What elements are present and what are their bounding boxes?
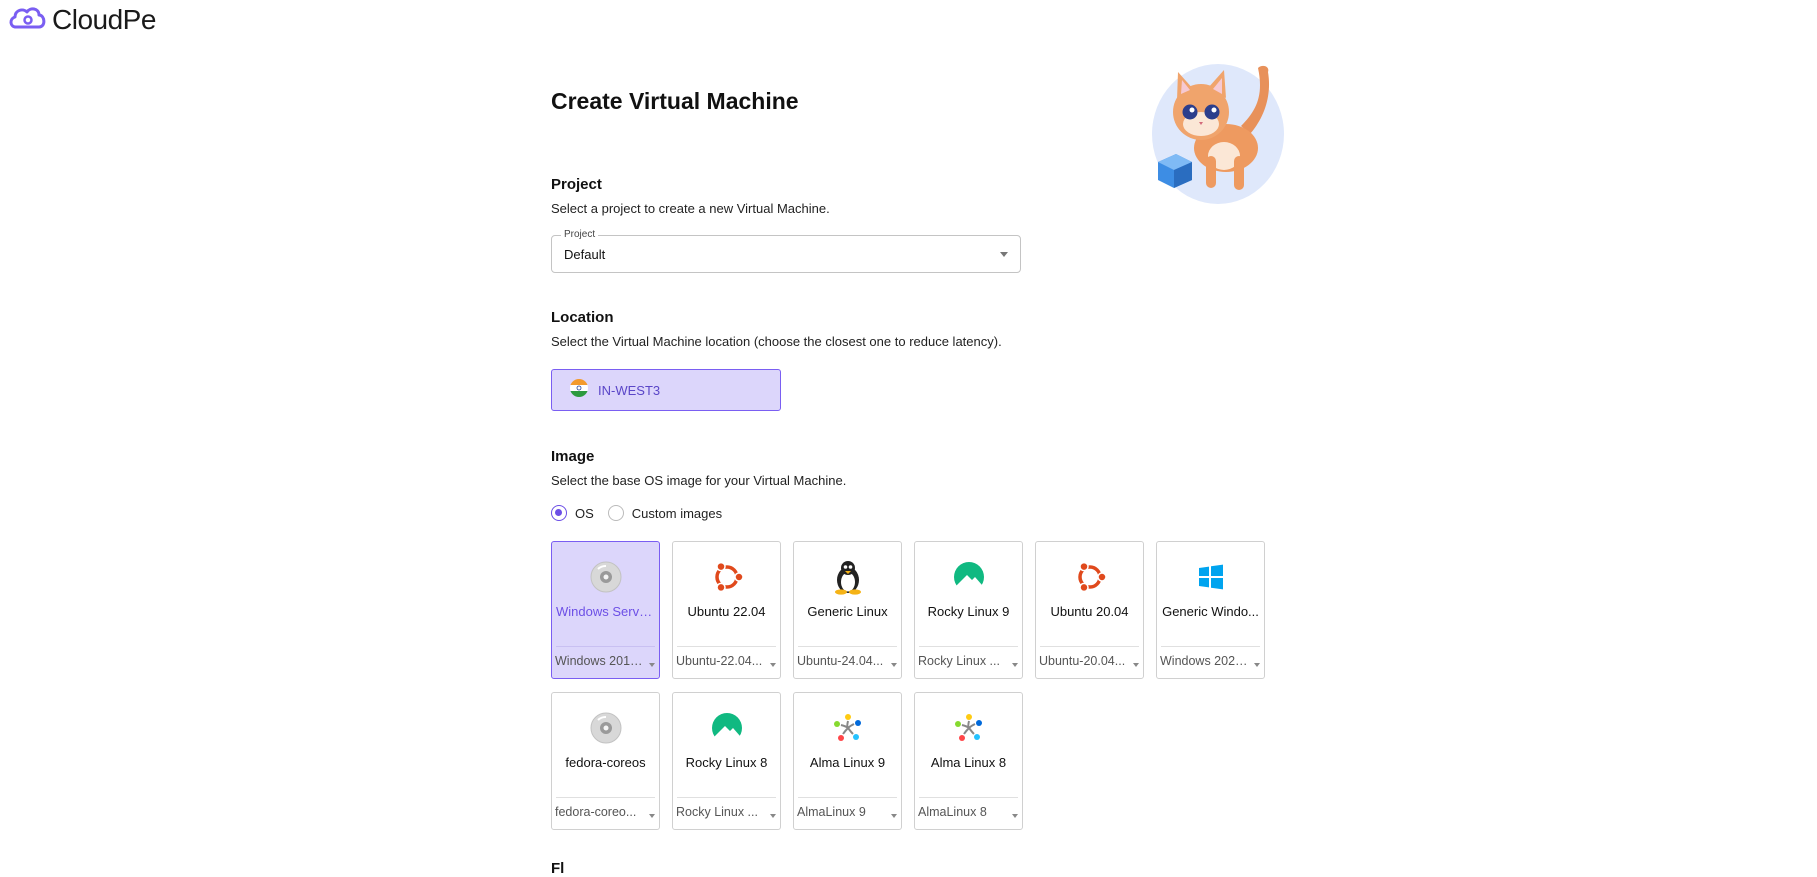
os-version-select[interactable]: Ubuntu-20.04... <box>1039 654 1129 668</box>
divider <box>919 646 1018 647</box>
os-version-select[interactable]: Ubuntu-24.04... <box>797 654 887 668</box>
divider <box>1161 646 1260 647</box>
location-label: IN-WEST3 <box>598 382 661 398</box>
cloud-logo-icon <box>8 3 48 36</box>
ubuntu-icon <box>1073 560 1107 594</box>
almalinux-icon <box>831 711 865 745</box>
chevron-down-icon <box>891 663 897 667</box>
divider <box>798 797 897 798</box>
image-source-radio-group: OS Custom images <box>551 505 736 521</box>
chevron-down-icon <box>649 663 655 667</box>
radio-custom-images-label: Custom images <box>631 505 723 521</box>
next-section-heading: Fl <box>551 860 565 877</box>
os-card-fedora-coreos[interactable]: fedora-coreos fedora-coreo... <box>551 692 660 830</box>
os-card-generic-linux[interactable]: Generic Linux Ubuntu-24.04... <box>793 541 902 679</box>
divider <box>556 646 655 647</box>
divider <box>798 646 897 647</box>
radio-checked-icon <box>551 505 567 521</box>
os-card-ubuntu-20-04[interactable]: Ubuntu 20.04 Ubuntu-20.04... <box>1035 541 1144 679</box>
os-name: Rocky Linux 9 <box>927 604 1010 619</box>
project-selected-value: Default <box>564 247 606 262</box>
project-heading: Project <box>551 176 602 193</box>
cat-mascot-illustration <box>1146 56 1296 211</box>
radio-custom-images[interactable]: Custom images <box>607 505 723 521</box>
os-version-select[interactable]: AlmaLinux 9 <box>797 805 887 819</box>
chevron-down-icon <box>770 814 776 818</box>
divider <box>1040 646 1139 647</box>
rocky-linux-icon <box>710 711 744 745</box>
os-version-select[interactable]: Rocky Linux ... <box>676 805 766 819</box>
os-card-rocky-linux-8[interactable]: Rocky Linux 8 Rocky Linux ... <box>672 692 781 830</box>
divider <box>677 797 776 798</box>
radio-os-label: OS <box>575 505 594 521</box>
chevron-down-icon <box>649 814 655 818</box>
os-version-select[interactable]: fedora-coreo... <box>555 805 645 819</box>
project-description: Select a project to create a new Virtual… <box>551 201 830 216</box>
os-card-alma-linux-9[interactable]: Alma Linux 9 AlmaLinux 9 <box>793 692 902 830</box>
project-select[interactable]: Project Default <box>551 229 1021 273</box>
os-name: Generic Windo... <box>1162 604 1259 619</box>
os-version-select[interactable]: AlmaLinux 8 <box>918 805 1008 819</box>
os-name: Generic Linux <box>807 604 888 619</box>
os-version-select[interactable]: Rocky Linux ... <box>918 654 1008 668</box>
chevron-down-icon <box>891 814 897 818</box>
disc-icon <box>589 711 623 745</box>
disc-icon <box>589 560 623 594</box>
brand-name: CloudPe <box>52 3 156 35</box>
os-card-generic-windows[interactable]: Generic Windo... Windows 2022... <box>1156 541 1265 679</box>
os-name: Rocky Linux 8 <box>685 755 768 770</box>
location-heading: Location <box>551 309 614 326</box>
radio-os[interactable]: OS <box>551 505 594 521</box>
page-title: Create Virtual Machine <box>551 88 799 114</box>
tux-icon <box>831 560 865 595</box>
ubuntu-icon <box>710 560 744 594</box>
os-card-ubuntu-22-04[interactable]: Ubuntu 22.04 Ubuntu-22.04... <box>672 541 781 679</box>
almalinux-icon <box>952 711 986 745</box>
rocky-linux-icon <box>952 560 986 594</box>
os-name: Alma Linux 9 <box>809 755 886 770</box>
windows-icon <box>1194 560 1228 594</box>
image-heading: Image <box>551 448 595 465</box>
os-card-windows-server[interactable]: Windows Serve... Windows 2019... <box>551 541 660 679</box>
chevron-down-icon <box>1000 252 1008 257</box>
cloudpe-logo[interactable]: CloudPe <box>8 3 156 36</box>
chevron-down-icon <box>1133 663 1139 667</box>
radio-unchecked-icon <box>607 505 624 521</box>
os-name: fedora-coreos <box>565 755 646 770</box>
os-name: Alma Linux 8 <box>930 755 1007 770</box>
image-description: Select the base OS image for your Virtua… <box>551 473 847 488</box>
chevron-down-icon <box>1012 663 1018 667</box>
chevron-down-icon <box>770 663 776 667</box>
os-card-alma-linux-8[interactable]: Alma Linux 8 AlmaLinux 8 <box>914 692 1023 830</box>
os-name: Ubuntu 22.04 <box>687 604 766 619</box>
divider <box>677 646 776 647</box>
os-version-select[interactable]: Ubuntu-22.04... <box>676 654 766 668</box>
os-card-rocky-linux-9[interactable]: Rocky Linux 9 Rocky Linux ... <box>914 541 1023 679</box>
location-option-in-west3[interactable]: IN-WEST3 <box>551 369 781 411</box>
os-version-select[interactable]: Windows 2019... <box>555 654 645 668</box>
os-name: Ubuntu 20.04 <box>1050 604 1129 619</box>
location-description: Select the Virtual Machine location (cho… <box>551 334 1002 349</box>
os-name: Windows Serve... <box>556 604 655 619</box>
os-version-select[interactable]: Windows 2022... <box>1160 654 1250 668</box>
project-field-label: Project <box>561 229 599 240</box>
divider <box>919 797 1018 798</box>
chevron-down-icon <box>1012 814 1018 818</box>
chevron-down-icon <box>1254 663 1260 667</box>
divider <box>556 797 655 798</box>
india-flag-icon <box>570 378 588 402</box>
